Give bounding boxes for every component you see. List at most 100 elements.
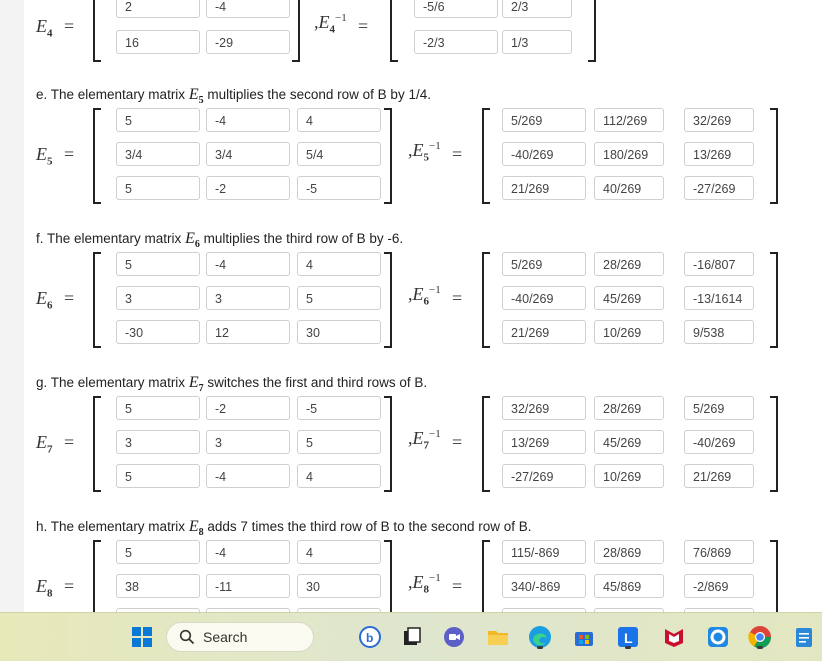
inverse-cell[interactable]: 9/538 — [684, 320, 754, 344]
matrix-cell[interactable]: 3/4 — [116, 142, 200, 166]
matrix-cell[interactable]: 4 — [297, 108, 381, 132]
matrix-cell[interactable]: 4 — [297, 540, 381, 564]
windows-start-icon[interactable] — [128, 623, 156, 651]
matrix-cell[interactable]: 5/4 — [297, 142, 381, 166]
matrix-cell[interactable]: -2 — [206, 396, 290, 420]
bracket-right — [770, 108, 778, 204]
search-box[interactable]: Search — [166, 622, 314, 652]
chrome-icon[interactable] — [746, 623, 774, 651]
inverse-cell[interactable]: 1/3 — [502, 30, 572, 54]
prompt-h: h. The elementary matrix E8 adds 7 times… — [36, 518, 532, 539]
inverse-cell[interactable]: 180/269 — [594, 142, 664, 166]
matrix-cell[interactable]: 5 — [116, 176, 200, 200]
matrix-cell[interactable]: -4 — [206, 252, 290, 276]
matrix-cell[interactable]: -30 — [116, 320, 200, 344]
matrix-cell[interactable]: -5 — [297, 176, 381, 200]
matrix-cell[interactable]: -29 — [206, 30, 290, 54]
inverse-cell[interactable]: -2/869 — [684, 574, 754, 598]
inverse-cell[interactable]: 340/-869 — [502, 574, 586, 598]
matrix-cell[interactable]: 5 — [297, 286, 381, 310]
matrix-cell[interactable]: 4 — [297, 464, 381, 488]
inverse-cell[interactable]: 32/269 — [502, 396, 586, 420]
matrix-cell[interactable]: 5 — [116, 464, 200, 488]
matrix-cell[interactable]: 5 — [116, 252, 200, 276]
matrix-cell[interactable]: -4 — [206, 108, 290, 132]
matrix-cell[interactable]: 3 — [206, 286, 290, 310]
bracket-left — [93, 0, 101, 62]
inverse-cell[interactable]: 115/-869 — [502, 540, 586, 564]
inverse-cell[interactable]: -40/269 — [502, 142, 586, 166]
bracket-left — [93, 396, 101, 492]
inverse-cell[interactable]: -16/807 — [684, 252, 754, 276]
inverse-cell[interactable]: -27/269 — [502, 464, 586, 488]
matrix-cell[interactable]: 30 — [297, 574, 381, 598]
circle-app-icon[interactable] — [704, 623, 732, 651]
notepad-icon[interactable] — [790, 623, 818, 651]
file-explorer-icon[interactable] — [398, 623, 426, 651]
meet-icon[interactable] — [440, 623, 468, 651]
inverse-cell[interactable]: 21/269 — [684, 464, 754, 488]
matrix-cell[interactable]: 30 — [297, 320, 381, 344]
inverse-cell[interactable]: -27/269 — [684, 176, 754, 200]
inverse-cell[interactable]: 21/269 — [502, 176, 586, 200]
matrix-cell[interactable]: 3 — [116, 430, 200, 454]
inverse-cell[interactable]: 45/269 — [594, 430, 664, 454]
matrix-cell[interactable]: 3 — [116, 286, 200, 310]
inverse-cell[interactable]: 32/269 — [684, 108, 754, 132]
inverse-cell[interactable]: 45/869 — [594, 574, 664, 598]
inverse-cell[interactable]: 40/269 — [594, 176, 664, 200]
inverse-cell[interactable]: 45/269 — [594, 286, 664, 310]
inverse-cell[interactable]: 112/269 — [594, 108, 664, 132]
matrix-cell[interactable]: 5 — [297, 430, 381, 454]
inverse-cell[interactable]: 5/269 — [502, 252, 586, 276]
matrix-cell[interactable]: -2 — [206, 176, 290, 200]
equals-sign: = — [64, 432, 75, 452]
inverse-cell[interactable]: 21/269 — [502, 320, 586, 344]
bracket-right — [770, 252, 778, 348]
inverse-cell[interactable]: -40/269 — [502, 286, 586, 310]
mcafee-icon[interactable] — [660, 623, 688, 651]
matrix-cell[interactable]: -4 — [206, 0, 290, 18]
matrix-cell[interactable]: 38 — [116, 574, 200, 598]
inverse-cell[interactable]: 5/269 — [684, 396, 754, 420]
equals-sign: = — [452, 144, 463, 164]
inverse-cell[interactable]: 10/269 — [594, 464, 664, 488]
bing-icon[interactable]: b — [356, 623, 384, 651]
matrix-cell[interactable]: 3 — [206, 430, 290, 454]
inverse-cell[interactable]: 28/269 — [594, 396, 664, 420]
bracket-left — [482, 540, 490, 612]
matrix-cell[interactable]: 5 — [116, 540, 200, 564]
edge-icon[interactable] — [526, 623, 554, 651]
matrix-cell[interactable]: 5 — [116, 396, 200, 420]
inverse-cell[interactable]: -13/1614 — [684, 286, 754, 310]
bracket-right — [292, 0, 300, 62]
store-icon[interactable] — [570, 623, 598, 651]
matrix-cell[interactable]: 5 — [116, 108, 200, 132]
matrix-cell[interactable]: 4 — [297, 252, 381, 276]
inverse-cell[interactable]: 28/269 — [594, 252, 664, 276]
inverse-label-e8: ,E8−1 — [408, 572, 441, 596]
inverse-cell[interactable]: 10/269 — [594, 320, 664, 344]
matrix-cell[interactable]: 2 — [116, 0, 200, 18]
inverse-cell[interactable]: 5/269 — [502, 108, 586, 132]
matrix-cell[interactable]: -4 — [206, 464, 290, 488]
inverse-cell[interactable]: 76/869 — [684, 540, 754, 564]
matrix-cell[interactable]: -11 — [206, 574, 290, 598]
inverse-cell[interactable]: 13/269 — [502, 430, 586, 454]
matrix-cell[interactable]: 16 — [116, 30, 200, 54]
inverse-cell[interactable]: 28/869 — [594, 540, 664, 564]
inverse-cell[interactable]: -5/6 — [414, 0, 498, 18]
svg-text:L: L — [624, 630, 633, 646]
inverse-cell[interactable]: -2/3 — [414, 30, 498, 54]
l-app-icon[interactable]: L — [614, 623, 642, 651]
folder-icon[interactable] — [484, 623, 512, 651]
matrix-label-e7: E7 — [36, 432, 53, 456]
matrix-cell[interactable]: 12 — [206, 320, 290, 344]
bracket-right — [770, 540, 778, 612]
matrix-cell[interactable]: 3/4 — [206, 142, 290, 166]
matrix-cell[interactable]: -4 — [206, 540, 290, 564]
matrix-cell[interactable]: -5 — [297, 396, 381, 420]
inverse-cell[interactable]: -40/269 — [684, 430, 754, 454]
inverse-cell[interactable]: 2/3 — [502, 0, 572, 18]
inverse-cell[interactable]: 13/269 — [684, 142, 754, 166]
